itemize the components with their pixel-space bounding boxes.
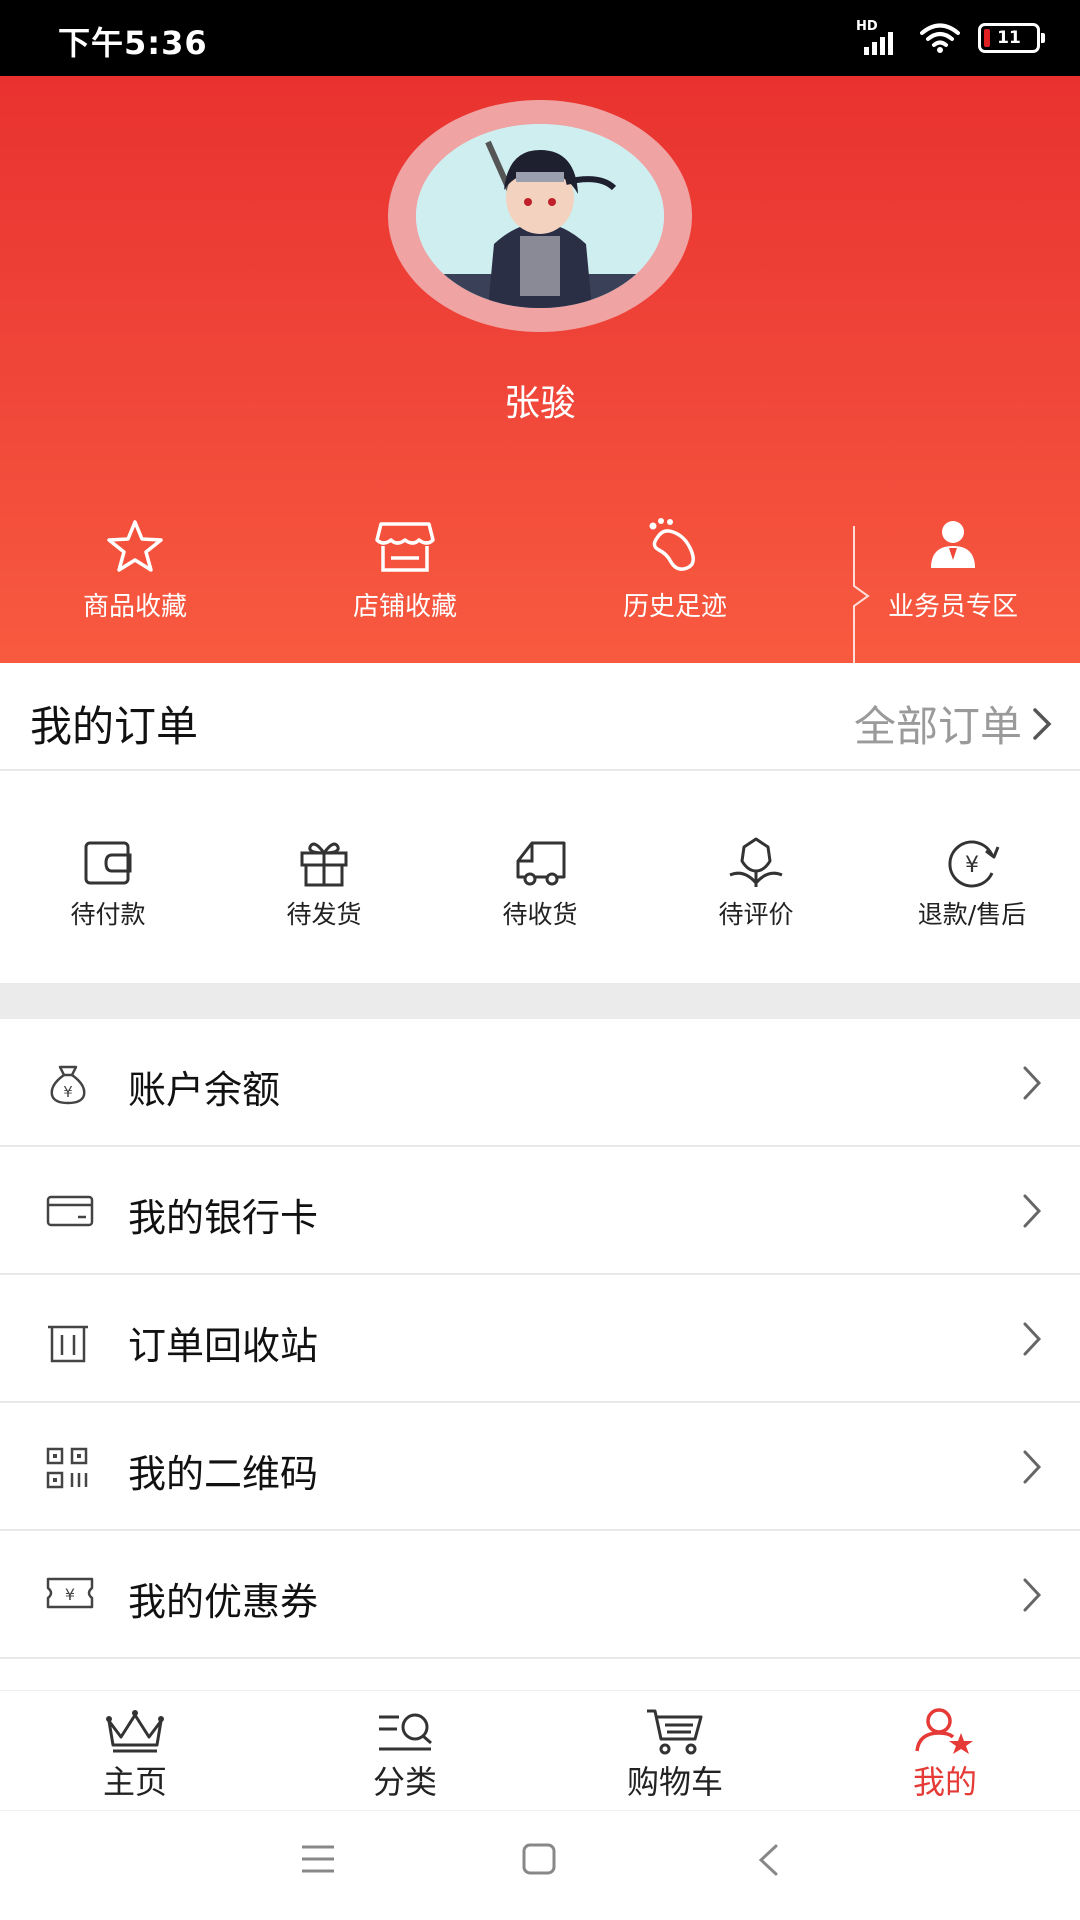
order-status-label: 待付款 (70, 900, 146, 929)
order-status-row: 待付款 待发货 待收货 待评价 ¥ 退款/售后 (0, 773, 1080, 983)
star-icon (107, 520, 163, 572)
order-status-label: 待评价 (718, 900, 794, 929)
bank-card-icon (46, 1195, 94, 1227)
menu-account-balance[interactable]: ¥ 账户余额 (0, 1019, 1080, 1147)
wallet-icon (84, 841, 132, 885)
quick-link-favorite-goods[interactable]: 商品收藏 (0, 516, 270, 656)
chevron-right-icon (1023, 1450, 1042, 1484)
order-status-pending-payment[interactable]: 待付款 (0, 835, 216, 931)
menu-label: 订单回收站 (128, 1324, 319, 1368)
home-square-icon[interactable] (522, 1843, 556, 1875)
order-status-pending-shipment[interactable]: 待发货 (216, 835, 432, 931)
quick-link-label: 店铺收藏 (352, 592, 457, 622)
quick-link-label: 业务员专区 (887, 592, 1018, 622)
avatar-frame[interactable] (388, 100, 692, 332)
order-status-label: 待收货 (502, 900, 578, 929)
truck-icon (516, 841, 566, 886)
system-nav-bar (0, 1810, 1080, 1920)
money-bag-icon: ¥ (50, 1065, 86, 1105)
chevron-right-icon (1023, 1066, 1042, 1100)
quick-link-label: 历史足迹 (622, 592, 727, 622)
profile-header: 张骏 商品收藏 店铺收藏 历史足迹 业务员专区 (0, 76, 1080, 664)
status-icons: HD 11 (856, 18, 1045, 58)
svg-text:¥: ¥ (65, 1585, 75, 1604)
section-separator (0, 983, 1080, 1019)
tab-label: 购物车 (626, 1763, 723, 1801)
all-orders-label: 全部订单 (853, 702, 1022, 751)
user-star-icon (915, 1708, 973, 1754)
bottom-tab-bar: 主页 分类 购物车 我的 (0, 1690, 1080, 1810)
chevron-right-icon (1023, 1322, 1042, 1356)
avatar[interactable] (416, 124, 664, 308)
chevron-right-icon (1023, 1578, 1042, 1612)
menu-label: 账户余额 (128, 1068, 281, 1112)
wifi-icon (920, 23, 960, 53)
refund-icon: ¥ (948, 840, 1000, 888)
svg-text:¥: ¥ (965, 853, 979, 878)
cart-icon (647, 1709, 703, 1755)
tab-home[interactable]: 主页 (0, 1707, 270, 1803)
menu-qr-code[interactable]: 我的二维码 (0, 1403, 1080, 1531)
status-time: 下午5:36 (58, 24, 208, 62)
menu-label: 我的银行卡 (128, 1196, 319, 1240)
salesperson-icon (931, 521, 975, 568)
tab-label: 我的 (912, 1763, 977, 1801)
flower-icon (729, 837, 783, 887)
menu-bank-card[interactable]: 我的银行卡 (0, 1147, 1080, 1275)
battery-level: 11 (997, 28, 1021, 48)
menu-label: 我的二维码 (128, 1452, 319, 1496)
svg-text:¥: ¥ (63, 1083, 73, 1101)
menu-icon[interactable] (300, 1843, 336, 1875)
quick-link-history[interactable]: 历史足迹 (540, 516, 810, 656)
back-icon[interactable] (756, 1843, 780, 1877)
chevron-right-icon (1023, 1194, 1042, 1228)
quick-links: 商品收藏 店铺收藏 历史足迹 业务员专区 (0, 516, 1080, 664)
footprint-icon (649, 518, 695, 571)
status-bar: 下午5:36 HD 11 (0, 0, 1080, 76)
order-status-label: 待发货 (286, 900, 362, 929)
order-status-pending-receipt[interactable]: 待收货 (432, 835, 648, 931)
orders-title: 我的订单 (30, 702, 199, 751)
menu-order-recycle-bin[interactable]: 订单回收站 (0, 1275, 1080, 1403)
gift-icon (300, 842, 348, 887)
menu-list: ¥ 账户余额 我的银行卡 订单回收站 我的二维码 ¥ 我的优惠券 (0, 1019, 1080, 1659)
category-search-icon (379, 1713, 432, 1751)
chevron-right-icon (1033, 707, 1052, 740)
all-orders-link[interactable]: 全部订单 (854, 693, 1052, 754)
orders-section-header: 我的订单 全部订单 (0, 663, 1080, 771)
tab-label: 分类 (372, 1763, 437, 1801)
cellular-signal-icon: HD (856, 19, 902, 55)
quick-link-favorite-stores[interactable]: 店铺收藏 (270, 516, 540, 656)
store-icon (375, 522, 435, 572)
coupon-icon: ¥ (46, 1577, 94, 1609)
qr-code-icon (46, 1447, 88, 1489)
tab-category[interactable]: 分类 (270, 1707, 540, 1803)
avatar-image (416, 124, 664, 308)
menu-label: 我的优惠券 (128, 1580, 319, 1624)
tab-cart[interactable]: 购物车 (540, 1707, 810, 1803)
tab-label: 主页 (102, 1763, 167, 1801)
username: 张骏 (503, 383, 576, 424)
order-status-label: 退款/售后 (917, 900, 1027, 929)
quick-link-label: 商品收藏 (82, 592, 187, 622)
order-status-pending-review[interactable]: 待评价 (648, 835, 864, 931)
tab-mine[interactable]: 我的 (810, 1707, 1080, 1803)
order-status-refund[interactable]: ¥ 退款/售后 (864, 835, 1080, 931)
crown-icon (106, 1710, 164, 1753)
quick-link-salesperson-zone[interactable]: 业务员专区 (818, 516, 1080, 656)
battery-icon: 11 (978, 23, 1045, 53)
menu-coupons[interactable]: ¥ 我的优惠券 (0, 1531, 1080, 1659)
trash-icon (48, 1325, 88, 1363)
